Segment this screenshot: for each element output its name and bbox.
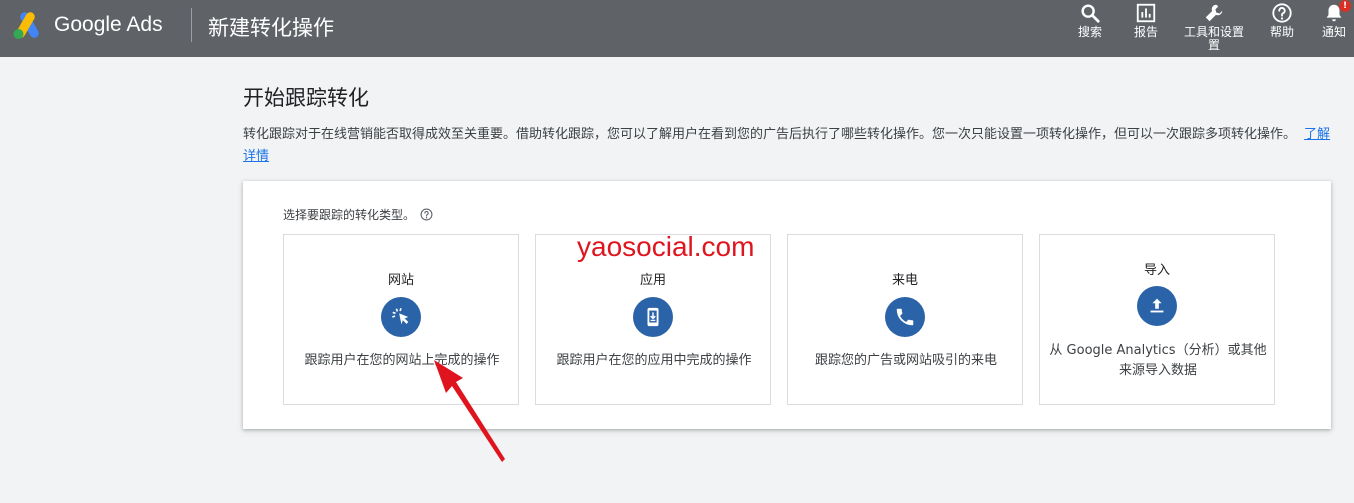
search-icon	[1081, 4, 1100, 23]
notification-badge: !	[1339, 0, 1351, 12]
nav-reports-button[interactable]: 报告	[1128, 0, 1164, 57]
nav-search-button[interactable]: 搜索	[1072, 0, 1108, 57]
header-divider	[191, 8, 192, 42]
nav-notifications-label: 通知	[1321, 25, 1346, 39]
card-phone-calls[interactable]: 来电 跟踪您的广告或网站吸引的来电	[787, 234, 1023, 405]
google-ads-logo[interactable]: Google Ads	[12, 10, 163, 40]
nav-help-button[interactable]: 帮助	[1264, 0, 1300, 57]
phone-download-icon	[647, 307, 659, 327]
card-phone-calls-title: 来电	[891, 273, 918, 288]
card-import[interactable]: 导入 从 Google Analytics（分析）或其他来源导入数据	[1039, 234, 1275, 405]
nav-notifications-button[interactable]: ! 通知	[1318, 0, 1351, 57]
section-description: 转化跟踪对于在线营销能否取得成效至关重要。借助转化跟踪，您可以了解用户在看到您的…	[243, 124, 1338, 168]
card-website-desc: 跟踪用户在您的网站上完成的操作	[304, 353, 500, 368]
conversion-type-prompt: 选择要跟踪的转化类型。	[283, 206, 433, 223]
conversion-type-panel: 选择要跟踪的转化类型。 网站 跟踪用户在您的网站上完成的操作 应用 跟踪用户在您…	[243, 181, 1331, 429]
nav-tools-label-line2: 置	[1207, 38, 1220, 52]
description-text: 转化跟踪对于在线营销能否取得成效至关重要。借助转化跟踪，您可以了解用户在看到您的…	[243, 127, 1297, 142]
nav-search-label: 搜索	[1077, 25, 1102, 39]
wrench-icon	[1205, 4, 1223, 22]
nav-tools-settings-button[interactable]: 工具和设置 置	[1184, 0, 1244, 57]
card-import-title: 导入	[1143, 263, 1170, 278]
page-title: 新建转化操作	[208, 16, 334, 40]
card-phone-calls-icon-circle	[885, 297, 925, 337]
nav-help-label: 帮助	[1269, 25, 1294, 39]
cursor-click-icon	[392, 308, 409, 325]
card-import-icon-circle	[1137, 286, 1177, 326]
watermark-text: yaosocial.com	[577, 231, 755, 262]
help-circle-icon[interactable]	[420, 208, 433, 221]
prompt-text: 选择要跟踪的转化类型。	[283, 208, 416, 222]
brand-name: Google Ads	[54, 13, 163, 36]
section-heading: 开始跟踪转化	[243, 86, 369, 110]
nav-reports-label: 报告	[1133, 25, 1158, 39]
google-ads-logo-icon	[13, 12, 39, 39]
card-website-title: 网站	[387, 273, 414, 288]
phone-call-icon	[896, 308, 914, 326]
upload-icon	[1150, 298, 1164, 313]
card-app-title: 应用	[639, 273, 666, 288]
bar-chart-icon	[1136, 3, 1156, 23]
card-app-desc: 跟踪用户在您的应用中完成的操作	[556, 353, 752, 368]
card-import-desc: 从 Google Analytics（分析）或其他来源导入数据	[1049, 343, 1267, 378]
top-app-bar: Google Ads 新建转化操作 搜索 报告 工具和设置 置 帮助 ! 通知	[0, 0, 1354, 57]
card-app-icon-circle	[633, 297, 673, 337]
help-icon	[1272, 3, 1292, 23]
card-phone-calls-desc: 跟踪您的广告或网站吸引的来电	[814, 353, 997, 368]
card-website[interactable]: 网站 跟踪用户在您的网站上完成的操作	[283, 234, 519, 405]
card-website-icon-circle	[381, 297, 421, 337]
